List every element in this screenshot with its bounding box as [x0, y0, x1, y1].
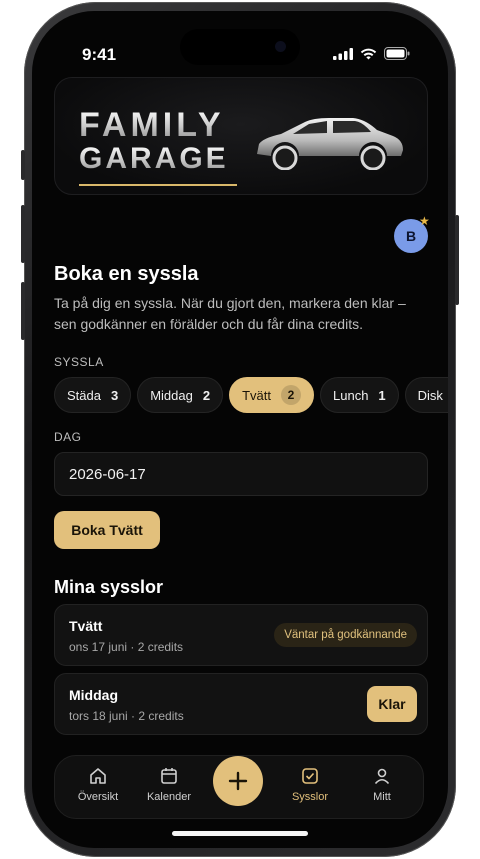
tab-oversikt[interactable]: Översikt	[63, 766, 133, 803]
signal-icon	[333, 47, 353, 60]
tab-label: Översikt	[77, 791, 119, 803]
chore-card: Tvätt ons 17 juni · 2 credits Väntar på …	[54, 604, 428, 666]
add-button[interactable]	[213, 756, 263, 806]
status-time: 9:41	[82, 45, 117, 64]
mark-done-button[interactable]: Klar	[367, 686, 417, 722]
chip-credits: 3	[110, 387, 119, 403]
chip-label: Disk	[417, 387, 443, 403]
chip-credits: 1	[378, 387, 386, 403]
mute-switch	[21, 150, 25, 180]
chip-credits: 2	[281, 385, 301, 405]
power-button	[455, 215, 459, 305]
status-badge: Väntar på godkännande	[274, 623, 417, 647]
plus-icon	[228, 771, 248, 791]
volume-up-button	[21, 205, 25, 263]
chore-card: Middag tors 18 juni · 2 credits Klar	[54, 673, 428, 735]
page-title: Boka en syssla	[54, 263, 199, 285]
chore-label: SYSSLA	[54, 355, 104, 369]
hero-banner: FAMILY GARAGE	[54, 77, 428, 195]
chip-label: Tvätt	[242, 387, 271, 403]
tab-label: Sysslor	[291, 791, 329, 803]
battery-icon	[384, 47, 410, 60]
dynamic-island	[180, 29, 300, 65]
chore-chip-stada[interactable]: Städa 3	[54, 377, 132, 413]
logo-text-garage: GARAGE	[79, 142, 229, 175]
date-field[interactable]	[54, 452, 428, 496]
tab-label: Mitt	[373, 791, 391, 803]
book-chore-button[interactable]: Boka Tvätt	[54, 511, 160, 549]
chore-chip-tvatt[interactable]: Tvätt 2	[229, 377, 314, 413]
logo-underline	[79, 184, 237, 186]
star-icon: ★	[419, 214, 430, 228]
chore-chip-disk[interactable]: Disk 1	[404, 377, 448, 413]
page-description: Ta på dig en syssla. När du gjort den, m…	[54, 295, 406, 332]
chore-chip-lunch[interactable]: Lunch 1	[320, 377, 399, 413]
logo-text-family: FAMILY	[79, 106, 225, 144]
chore-chip-middag[interactable]: Middag 2	[137, 377, 224, 413]
calendar-icon	[161, 768, 177, 784]
volume-down-button	[21, 282, 25, 340]
chore-card-subtitle: ons 17 juni · 2 credits	[69, 640, 184, 654]
tab-mitt[interactable]: Mitt	[347, 766, 417, 803]
car-icon	[257, 118, 403, 170]
home-icon	[90, 768, 106, 784]
chip-label: Lunch	[333, 387, 369, 403]
chore-card-title: Tvätt	[69, 618, 103, 634]
my-chores-title: Mina sysslor	[54, 577, 164, 597]
chip-label: Städa	[67, 387, 101, 403]
chore-card-subtitle: tors 18 juni · 2 credits	[69, 709, 184, 723]
chore-chip-list: Städa 3 Middag 2 Tvätt 2 Lunch 1 Disk 1	[54, 377, 448, 413]
tab-label: Kalender	[146, 791, 192, 803]
app-screen: 9:41 FAMILY GARAGE B ★ Boka en syssla Ta…	[32, 11, 448, 848]
day-label: DAG	[54, 430, 82, 444]
chip-label: Middag	[150, 387, 193, 403]
tab-kalender[interactable]: Kalender	[134, 766, 204, 803]
chip-credits: 2	[202, 387, 211, 403]
status-icons	[333, 47, 410, 60]
home-indicator[interactable]	[172, 831, 308, 836]
camera-icon	[275, 41, 286, 52]
wifi-icon	[360, 48, 377, 59]
tab-sysslor[interactable]: Sysslor	[275, 766, 345, 803]
person-icon	[374, 768, 390, 785]
chore-card-title: Middag	[69, 687, 118, 703]
checkbox-icon	[302, 768, 318, 784]
